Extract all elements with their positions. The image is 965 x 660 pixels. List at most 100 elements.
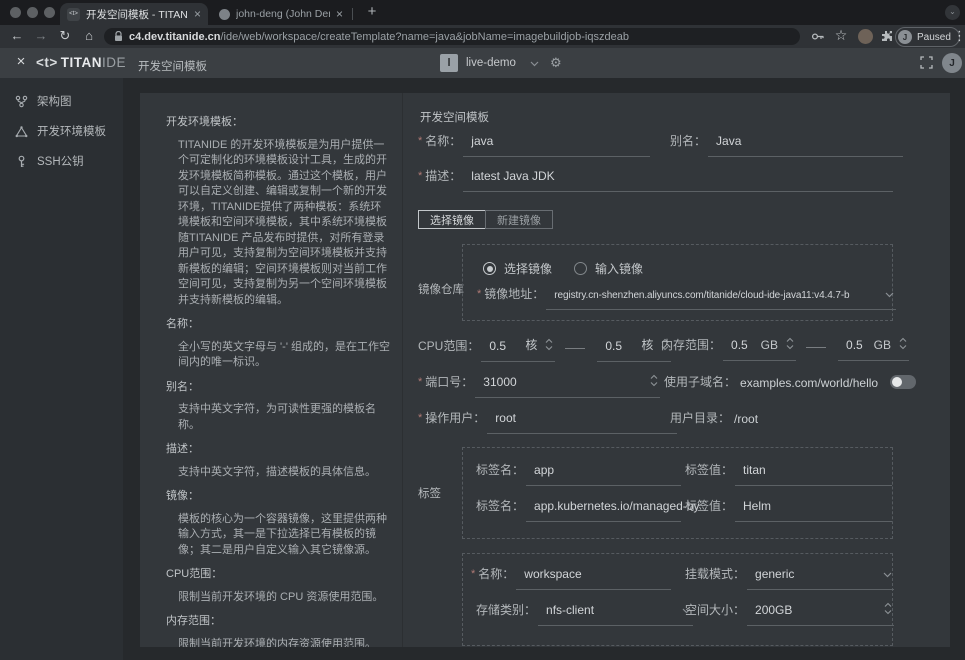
chevron-down-icon[interactable] — [530, 61, 539, 67]
tab-divider — [352, 8, 353, 20]
new-tab-button[interactable]: + — [362, 2, 382, 22]
memory-min-input[interactable]: 0.5 GB — [723, 336, 796, 361]
name-field: * 名称： java — [418, 132, 650, 157]
window-minimize-dot[interactable] — [27, 7, 38, 18]
guide-section-body: 模板的核心为一个容器镜像，这里提供两种输入方式，其一是下拉选择已有模板的镜像；其… — [178, 512, 390, 559]
tab-close-icon[interactable]: × — [336, 7, 343, 21]
cpu-unit: 核 — [641, 336, 656, 353]
stepper-icon[interactable] — [884, 601, 892, 617]
image-address-select[interactable]: registry.cn-shenzhen.aliyuncs.com/titani… — [546, 290, 896, 310]
storage-name-input[interactable]: workspace — [516, 567, 671, 590]
label-value-input[interactable]: titan — [735, 463, 892, 486]
required-mark: * — [418, 376, 422, 398]
op-user-input[interactable]: root — [487, 411, 677, 434]
subdomain-value: examples.com/world/hello — [740, 376, 878, 398]
page-title: 开发空间模板 — [138, 58, 207, 74]
label-name-value: app.kubernetes.io/managed-by — [534, 499, 699, 513]
guide-section-title: 别名： — [166, 380, 398, 396]
label-value-label: 标签值： — [685, 497, 733, 522]
subdomain-toggle[interactable] — [890, 375, 916, 389]
workspace-selector[interactable]: live-demo — [466, 57, 516, 69]
memory-range-label: 内存范围： — [661, 336, 721, 361]
sidebar-item-ssh-key[interactable]: SSH公钥 — [0, 146, 123, 176]
tab-github[interactable]: john-deng (John Deng) - GitHu × — [212, 3, 350, 25]
template-icon — [15, 125, 28, 138]
stepper-icon[interactable] — [786, 336, 794, 352]
cpu-min-value: 0.5 — [489, 339, 506, 353]
label-value-value: titan — [743, 463, 766, 477]
app-logo: <t>TITANIDE — [36, 55, 126, 70]
guide-panel: 开发环境模板：TITANIDE 的开发环境模板是为用户提供一个可定制化的环境模板… — [140, 93, 403, 647]
op-user-value: root — [495, 411, 516, 425]
storage-class-select[interactable]: nfs-client — [538, 603, 693, 626]
storage-class-field: 存储类别： nfs-client — [476, 601, 693, 626]
browser-menu-icon[interactable]: ⋮ — [953, 28, 965, 44]
close-icon[interactable]: × — [12, 53, 30, 70]
port-input[interactable]: 31000 — [475, 373, 660, 398]
radio-input-image-icon[interactable] — [574, 262, 587, 275]
window-zoom-dot[interactable] — [44, 7, 55, 18]
window-close-dot[interactable] — [10, 7, 21, 18]
radio-input-image-label[interactable]: 输入镜像 — [595, 260, 643, 277]
bookmark-star-icon[interactable]: ☆ — [832, 27, 850, 44]
storage-size-label: 空间大小： — [685, 601, 745, 626]
storage-size-input[interactable]: 200GB — [747, 601, 894, 626]
mount-mode-select[interactable]: generic — [747, 567, 894, 590]
subdomain-field: 使用子域名： examples.com/world/hello — [664, 373, 916, 398]
sidebar-item-architecture[interactable]: 架构图 — [0, 86, 123, 116]
forward-icon[interactable]: → — [32, 28, 50, 43]
reload-icon[interactable]: ↻ — [56, 28, 74, 44]
template-card: 开发环境模板：TITANIDE 的开发环境模板是为用户提供一个可定制化的环境模板… — [140, 93, 950, 647]
fullscreen-icon[interactable] — [920, 56, 933, 69]
cpu-range-field: CPU范围： 0.5 核 0.5 核 — [418, 336, 671, 362]
extensions-puzzle-icon[interactable] — [880, 29, 894, 43]
home-icon[interactable]: ⌂ — [80, 28, 98, 43]
label-name-input[interactable]: app.kubernetes.io/managed-by — [526, 499, 681, 522]
github-favicon-icon — [219, 9, 230, 20]
stepper-icon[interactable] — [650, 373, 658, 389]
port-field: * 端口号： 31000 — [418, 373, 660, 398]
label-value-input[interactable]: Helm — [735, 499, 892, 522]
labels-group-label: 标签 — [418, 485, 441, 501]
radio-select-image-icon[interactable] — [483, 262, 496, 275]
required-mark: * — [418, 135, 422, 157]
extension-badge-icon[interactable] — [858, 29, 873, 44]
address-bar[interactable]: c4.dev.titanide.cn/ide/web/workspace/cre… — [104, 28, 800, 45]
password-key-icon[interactable] — [810, 29, 825, 44]
guide-section-title: CPU范围： — [166, 567, 398, 583]
profile-avatar: J — [898, 30, 912, 44]
sidebar-item-dev-template[interactable]: 开发环境模板 — [0, 116, 123, 146]
back-icon[interactable]: ← — [8, 28, 26, 43]
user-avatar[interactable]: J — [942, 53, 962, 73]
tab-titanide[interactable]: <t> 开发空间模板 - TITANIDE × — [60, 3, 208, 25]
image-repo-box: 选择镜像 输入镜像 * 镜像地址： registry.cn-shenzhen.a… — [462, 244, 893, 321]
guide-section-body: TITANIDE 的开发环境模板是为用户提供一个可定制化的环境模板设计工具，生成… — [178, 138, 390, 309]
create-image-button[interactable]: 新建镜像 — [485, 210, 553, 229]
storage-name-value: workspace — [524, 567, 581, 581]
image-repo-group-label: 镜像仓库 — [418, 281, 464, 297]
gear-icon[interactable]: ⚙ — [550, 55, 562, 71]
label-name-label: 标签名： — [476, 497, 524, 522]
label-name-input[interactable]: app — [526, 463, 681, 486]
memory-min-value: 0.5 — [731, 338, 748, 352]
guide-section-body: 限制当前开发环境的 CPU 资源使用范围。 — [178, 590, 390, 606]
tab-search-icon[interactable]: ⌄ — [945, 5, 960, 20]
name-input[interactable]: java — [463, 134, 650, 157]
sidebar: 架构图 开发环境模板 SSH公钥 — [0, 78, 123, 660]
radio-select-image-label[interactable]: 选择镜像 — [504, 260, 552, 277]
alias-input[interactable]: Java — [708, 134, 903, 157]
user-dir-value: /root — [734, 412, 758, 434]
cpu-min-input[interactable]: 0.5 核 — [481, 336, 555, 362]
select-image-button[interactable]: 选择镜像 — [418, 210, 486, 229]
stepper-icon[interactable] — [545, 337, 553, 353]
browser-profile-button[interactable]: J Paused — [895, 27, 960, 47]
guide-section-title: 内存范围： — [166, 614, 398, 630]
mount-mode-label: 挂载模式： — [685, 565, 745, 590]
lock-icon — [114, 31, 123, 42]
storage-name-field: * 名称： workspace — [471, 565, 671, 590]
sidebar-item-label: 开发环境模板 — [37, 123, 106, 139]
memory-max-input[interactable]: 0.5 GB — [838, 336, 909, 361]
stepper-icon[interactable] — [899, 336, 907, 352]
tab-close-icon[interactable]: × — [194, 7, 201, 21]
desc-input[interactable]: latest Java JDK — [463, 169, 893, 192]
